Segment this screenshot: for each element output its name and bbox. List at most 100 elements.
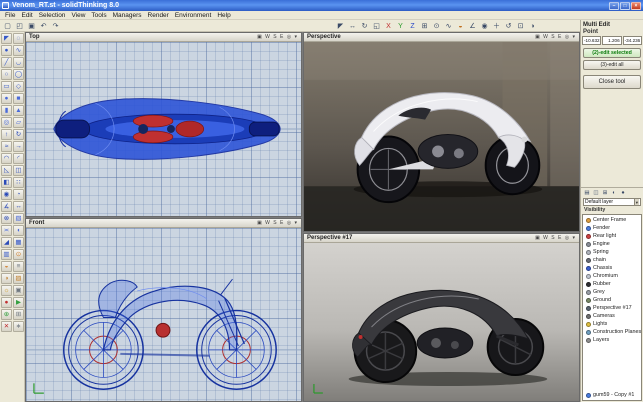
curve-snap-icon[interactable]: ∿	[443, 21, 454, 31]
tool-stitch[interactable]: ≍	[1, 225, 12, 236]
axis-z-lock-icon[interactable]: Z	[407, 21, 418, 31]
tool-cone[interactable]: ▲	[13, 105, 24, 116]
pan-tool-icon[interactable]: ＋	[491, 21, 502, 31]
tool-rectangle[interactable]: ▭	[1, 81, 12, 92]
tool-grid[interactable]: ⊞	[13, 309, 24, 320]
tool-texture[interactable]: ▨	[13, 273, 24, 284]
tool-select[interactable]: ◤	[1, 33, 12, 44]
browser-materials-icon[interactable]: ●	[619, 189, 627, 197]
tree-item-center-frame[interactable]: Center Frame	[583, 216, 641, 224]
viewport-front-header[interactable]: Front ▣ W S E ◎ ▾	[26, 219, 301, 228]
tool-physics[interactable]: ⊕	[1, 309, 12, 320]
save-file-icon[interactable]: ▣	[26, 21, 37, 31]
tool-circle[interactable]: ○	[1, 69, 12, 80]
menu-item[interactable]: View	[68, 12, 88, 19]
tool-boolean-union[interactable]: ◉	[1, 189, 12, 200]
viewport-perspective-header[interactable]: Perspective ▣ W S E ◎ ▾	[304, 33, 579, 42]
tree-item-rear-light[interactable]: Rear light	[583, 232, 641, 240]
tool-magnet[interactable]: ◒	[1, 261, 12, 272]
viewport-top-header[interactable]: Top ▣ W S E ◎ ▾	[26, 33, 301, 42]
tool-light[interactable]: ☼	[1, 285, 12, 296]
point-snap-icon[interactable]: ⊙	[431, 21, 442, 31]
tool-snap[interactable]: ⊙	[13, 249, 24, 260]
tool-blend[interactable]: ◠	[1, 153, 12, 164]
tool-weld[interactable]: ⊗	[1, 213, 12, 224]
menu-item[interactable]: Edit	[18, 12, 35, 19]
tree-item-ground[interactable]: Ground	[583, 296, 641, 304]
tree-item-engine[interactable]: Engine	[583, 240, 641, 248]
tool-torus[interactable]: ◎	[1, 117, 12, 128]
tool-shell[interactable]: ◖	[13, 225, 24, 236]
viewport-header-icons[interactable]: ▣ W S E ◎ ▾	[257, 34, 298, 40]
viewport-top-canvas[interactable]	[26, 42, 301, 216]
scale-tool-icon[interactable]: ◱	[371, 21, 382, 31]
viewport-header-icons[interactable]: ▣ W S E ◎ ▾	[535, 235, 576, 241]
menu-item[interactable]: Managers	[110, 12, 145, 19]
tool-explode[interactable]: ✕	[1, 321, 12, 332]
undo-icon[interactable]: ↶	[38, 21, 49, 31]
close-button[interactable]: ×	[631, 2, 641, 10]
grid-snap-icon[interactable]: ⊞	[419, 21, 430, 31]
tool-ungroup[interactable]: ▥	[1, 249, 12, 260]
browser-columns-icon[interactable]: ◫	[592, 189, 600, 197]
tool-taper[interactable]: ◢	[1, 237, 12, 248]
tool-trim[interactable]: ◺	[1, 165, 12, 176]
tool-sweep[interactable]: →	[13, 141, 24, 152]
menu-item[interactable]: Render	[145, 12, 172, 19]
fit-view-icon[interactable]: ⊡	[515, 21, 526, 31]
move-tool-icon[interactable]: ↔	[347, 21, 358, 31]
tool-ellipse[interactable]: ◯	[13, 69, 24, 80]
rotate-tool-icon[interactable]: ↻	[359, 21, 370, 31]
tool-polygon[interactable]: ◇	[13, 81, 24, 92]
tool-array[interactable]: ∷	[13, 177, 24, 188]
tool-lasso[interactable]: ◌	[13, 33, 24, 44]
angle-snap-icon[interactable]: ∠	[467, 21, 478, 31]
tool-dimension[interactable]: ↔	[13, 201, 24, 212]
minimize-button[interactable]: –	[609, 2, 619, 10]
point-y-field[interactable]: 1.206	[602, 36, 621, 45]
select-tool-icon[interactable]: ◤	[335, 21, 346, 31]
menu-item[interactable]: Help	[214, 12, 233, 19]
tree-item-chromium[interactable]: Chromium	[583, 272, 641, 280]
tool-cube[interactable]: ■	[13, 93, 24, 104]
layer-dropdown[interactable]: Default layer ▾	[583, 198, 641, 206]
tree-item-construction-planes[interactable]: Construction Planes	[583, 328, 641, 336]
browser-list-icon[interactable]: ▤	[583, 189, 591, 197]
viewport-perspective-17-canvas[interactable]	[304, 243, 579, 401]
viewport-header-icons[interactable]: ▣ W S E ◎ ▾	[535, 34, 576, 40]
tool-patch[interactable]: ▧	[13, 213, 24, 224]
tree-item-layers[interactable]: Layers	[583, 336, 641, 344]
tool-sphere[interactable]: ●	[1, 93, 12, 104]
tool-curve[interactable]: ∿	[13, 45, 24, 56]
orbit-tool-icon[interactable]: ↺	[503, 21, 514, 31]
browser-expand-icon[interactable]: ⊞	[601, 189, 609, 197]
tool-align[interactable]: ≡	[13, 261, 24, 272]
magnet-snap-icon[interactable]: ◒	[455, 21, 466, 31]
tool-render[interactable]: ●	[1, 297, 12, 308]
tool-boolean-subtract[interactable]: ◔	[13, 189, 24, 200]
tool-revolve[interactable]: ↻	[13, 129, 24, 140]
tool-settings[interactable]: ∗	[13, 321, 24, 332]
tool-group[interactable]: ▦	[13, 237, 24, 248]
new-file-icon[interactable]: ▢	[2, 21, 13, 31]
tool-fillet[interactable]: ◜	[13, 153, 24, 164]
tool-measure[interactable]: ∡	[1, 201, 12, 212]
menu-item[interactable]: Tools	[88, 12, 109, 19]
tool-extrude[interactable]: ↑	[1, 129, 12, 140]
tree-item-perspective-17[interactable]: Perspective #17	[583, 304, 641, 312]
axis-y-lock-icon[interactable]: Y	[395, 21, 406, 31]
tree-item-gum59-copy-1[interactable]: gum59 - Copy #1	[583, 391, 641, 399]
tool-point[interactable]: ●	[1, 45, 12, 56]
tree-item-chain[interactable]: chain	[583, 256, 641, 264]
tree-item-spring[interactable]: Spring	[583, 248, 641, 256]
tool-loft[interactable]: ≈	[1, 141, 12, 152]
tree-item-chassis[interactable]: Chassis	[583, 264, 641, 272]
viewport-perspective-canvas[interactable]	[304, 42, 579, 231]
viewport-header-icons[interactable]: ▣ W S E ◎ ▾	[257, 220, 298, 226]
chevron-down-icon[interactable]: ▾	[634, 199, 639, 205]
menu-item[interactable]: Selection	[36, 12, 69, 19]
tool-animate[interactable]: ▶	[13, 297, 24, 308]
edit-selected-button[interactable]: (2)-edit selected	[583, 48, 641, 58]
tool-camera[interactable]: ▣	[13, 285, 24, 296]
point-x-field[interactable]: -10.632	[582, 36, 601, 45]
